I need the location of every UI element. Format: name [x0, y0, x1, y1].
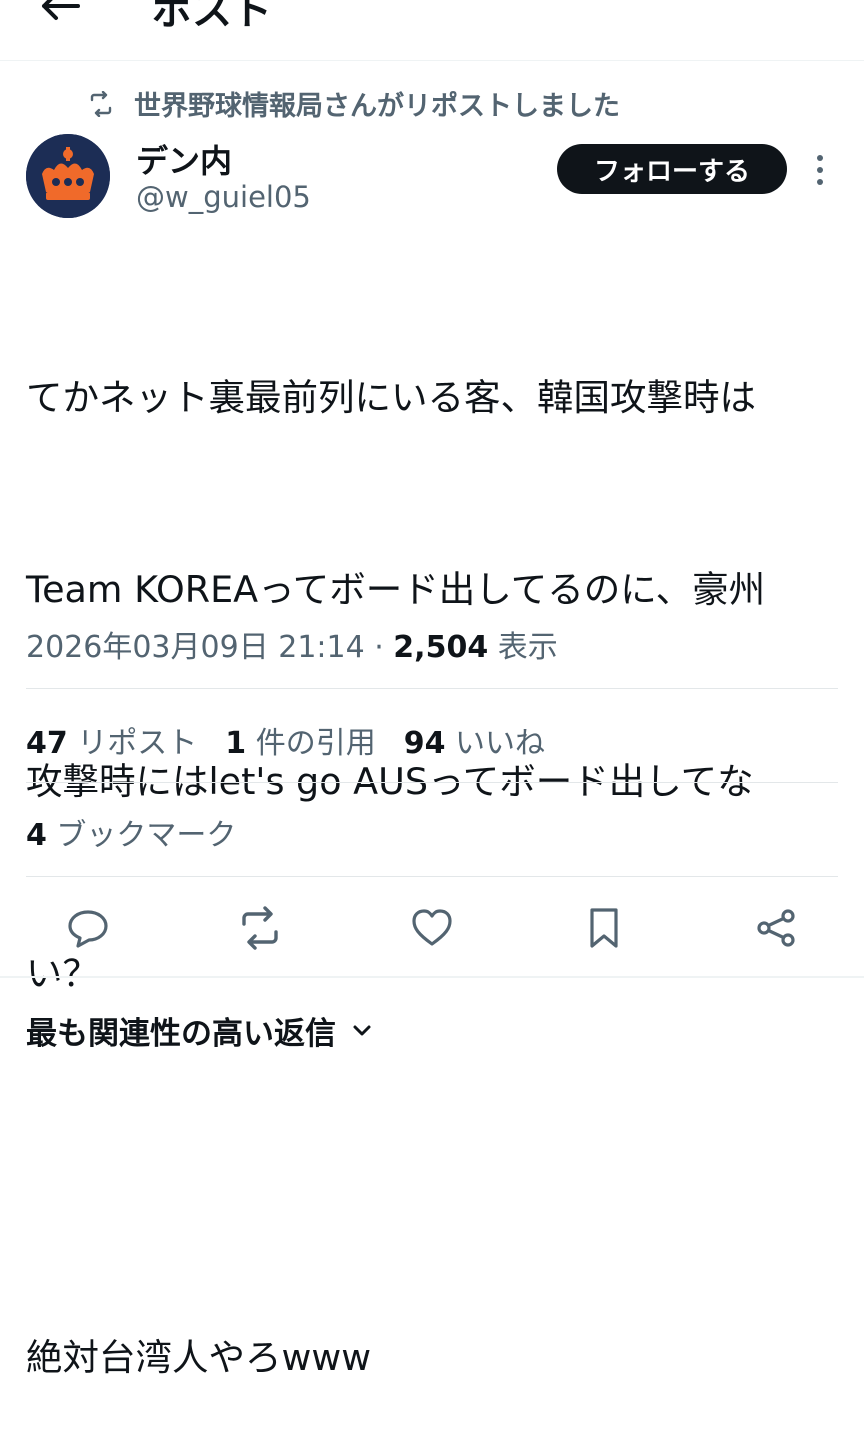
engagement-stats: 47 リポスト 1 件の引用 94 いいね — [26, 718, 573, 762]
reposts-stat[interactable]: 47 リポスト — [26, 718, 197, 762]
tweet-line: Team KOREAってボード出してるのに、豪州 — [26, 568, 766, 611]
section-separator — [0, 976, 864, 978]
repost-notice[interactable]: 世界野球情報局さんがリポストしました — [88, 84, 620, 123]
likes-label: いいね — [455, 726, 546, 761]
likes-count: 94 — [403, 726, 446, 761]
tweet-line: 絶対台湾人やろwww — [26, 1336, 372, 1379]
view-count: 2,504 — [393, 630, 489, 665]
replies-sort-label: 最も関連性の高い返信 — [26, 1016, 336, 1052]
reposts-label: リポスト — [77, 726, 198, 761]
bookmarks-stat[interactable]: 4 ブックマーク — [26, 810, 236, 854]
quotes-label: 件の引用 — [255, 726, 376, 761]
repost-icon — [90, 90, 112, 117]
page-title: ポスト — [152, 0, 272, 34]
tweet-line: てかネット裏最前列にいる客、韓国攻撃時は — [26, 376, 756, 419]
chevron-down-icon — [353, 1025, 371, 1035]
share-icon[interactable] — [752, 904, 800, 952]
repost-notice-text: 世界野球情報局さんがリポストしました — [134, 91, 620, 122]
quotes-stat[interactable]: 1 件の引用 — [225, 718, 375, 762]
like-icon[interactable] — [408, 904, 456, 952]
bookmark-icon[interactable] — [580, 904, 628, 952]
bookmarks-label: ブックマーク — [56, 818, 237, 853]
top-bar: ポスト — [0, 0, 864, 61]
avatar[interactable] — [26, 134, 110, 218]
divider — [26, 688, 838, 689]
bookmarks-count: 4 — [26, 818, 47, 853]
repost-icon[interactable] — [236, 904, 284, 952]
follow-button[interactable]: フォローする — [557, 144, 787, 194]
likes-stat[interactable]: 94 いいね — [404, 718, 545, 762]
crown-icon — [26, 134, 110, 218]
arrow-left-icon[interactable] — [38, 0, 82, 26]
divider — [26, 876, 838, 877]
reply-icon[interactable] — [64, 904, 112, 952]
display-name[interactable]: デン内 — [136, 136, 232, 182]
user-handle[interactable]: @w_guiel05 — [136, 180, 311, 214]
replies-sort-dropdown[interactable]: 最も関連性の高い返信 — [26, 1008, 374, 1053]
view-label: 表示 — [497, 630, 558, 665]
reposts-count: 47 — [26, 726, 68, 761]
quotes-count: 1 — [225, 726, 247, 761]
more-vertical-icon[interactable] — [808, 152, 832, 188]
meta-separator: · — [364, 630, 394, 665]
timestamp[interactable]: 2026年03月09日 21:14 — [26, 630, 365, 665]
divider — [26, 782, 838, 783]
tweet-meta: 2026年03月09日 21:14 · 2,504 表示 — [26, 622, 558, 666]
